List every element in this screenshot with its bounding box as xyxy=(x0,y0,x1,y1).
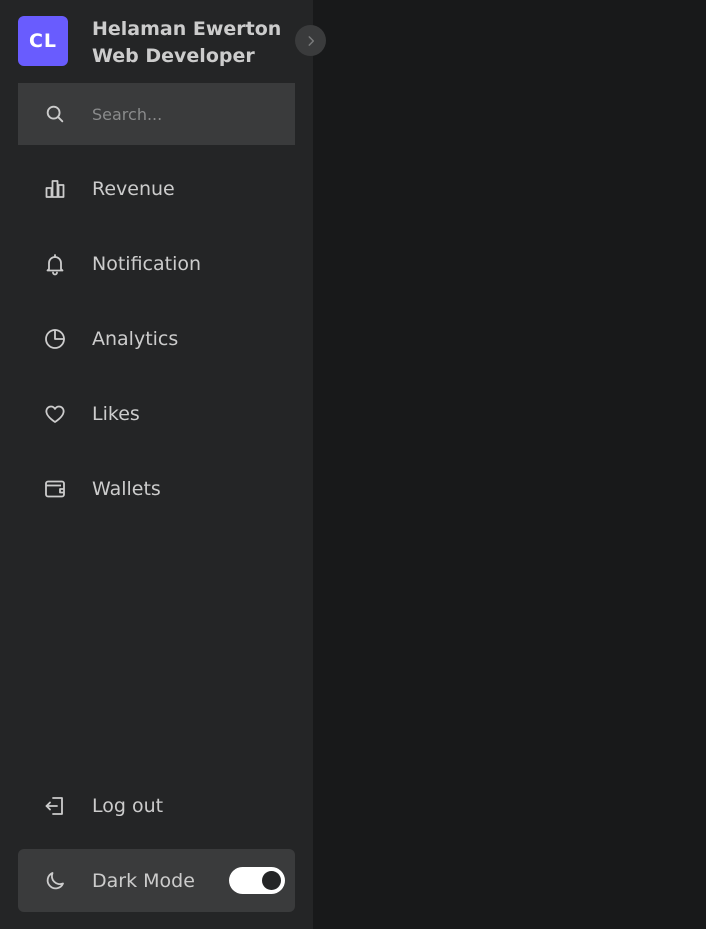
nav-item-label: Likes xyxy=(92,402,140,425)
toggle-knob xyxy=(262,871,281,890)
search-input[interactable] xyxy=(92,104,282,124)
moon-icon xyxy=(18,849,92,912)
bell-icon xyxy=(18,226,92,301)
dark-mode-row: Dark Mode xyxy=(18,849,295,912)
bar-chart-icon xyxy=(18,151,92,226)
nav-item-analytics[interactable]: Analytics xyxy=(18,301,295,376)
nav-item-label: Revenue xyxy=(92,177,175,200)
logout-button[interactable]: Log out xyxy=(18,775,295,837)
wallet-icon xyxy=(18,451,92,526)
sidebar-header: CL Helaman Ewerton Web Developer xyxy=(18,16,295,68)
nav-item-label: Notification xyxy=(92,252,202,275)
pie-chart-icon xyxy=(18,301,92,376)
logout-label: Log out xyxy=(92,795,164,817)
search-icon xyxy=(18,83,92,145)
dark-mode-label: Dark Mode xyxy=(92,869,195,892)
page: CL Helaman Ewerton Web Developer Search.… xyxy=(0,0,706,929)
user-info: Helaman Ewerton Web Developer xyxy=(92,16,281,70)
nav-item-label: Wallets xyxy=(92,477,161,500)
nav-item-label: Analytics xyxy=(92,327,179,350)
user-name: Helaman Ewerton xyxy=(92,18,282,40)
dark-mode-toggle[interactable] xyxy=(229,867,285,894)
sidebar-collapse-button[interactable] xyxy=(295,25,326,56)
nav-item-wallets[interactable]: Wallets xyxy=(18,451,295,526)
nav-item-notification[interactable]: Notification xyxy=(18,226,295,301)
chevron-right-icon xyxy=(308,35,314,46)
nav-item-likes[interactable]: Likes xyxy=(18,376,295,451)
nav-menu: Revenue Notification Analytics Likes Wal… xyxy=(18,151,295,526)
user-role: Web Developer xyxy=(92,45,255,67)
logout-icon xyxy=(18,775,92,837)
nav-item-revenue[interactable]: Revenue xyxy=(18,151,295,226)
heart-icon xyxy=(18,376,92,451)
sidebar: CL Helaman Ewerton Web Developer Search.… xyxy=(0,0,326,929)
search-box xyxy=(18,83,295,145)
logo-badge: CL xyxy=(18,16,68,66)
